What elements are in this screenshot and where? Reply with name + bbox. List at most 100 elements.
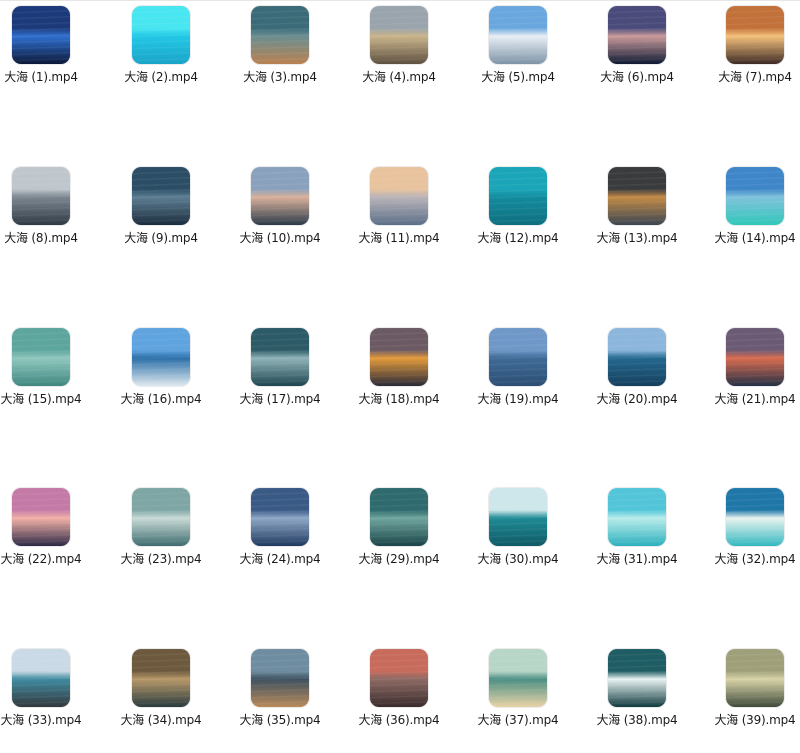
file-item[interactable]: 大海 (12).mp4 [468,161,568,271]
file-item[interactable]: 大海 (37).mp4 [468,643,568,753]
file-item[interactable]: 大海 (11).mp4 [349,161,449,271]
file-item[interactable]: 大海 (33).mp4 [0,643,91,753]
video-thumbnail-icon [608,488,666,546]
video-thumbnail-icon [370,328,428,386]
file-item[interactable]: 大海 (19).mp4 [468,322,568,432]
file-item[interactable]: 大海 (18).mp4 [349,322,449,432]
file-item[interactable]: 大海 (5).mp4 [468,0,568,110]
file-item[interactable]: 大海 (3).mp4 [230,0,330,110]
video-thumbnail-icon [12,328,70,386]
file-item[interactable]: 大海 (13).mp4 [587,161,687,271]
thumbnail-wave-streak [12,167,70,225]
file-item[interactable]: 大海 (24).mp4 [230,482,330,592]
thumbnail-wave-streak [132,167,190,225]
file-item[interactable]: 大海 (35).mp4 [230,643,330,753]
thumbnail-wave-streak [12,6,70,64]
file-item[interactable]: 大海 (34).mp4 [111,643,211,753]
file-name-label: 大海 (12).mp4 [477,231,559,245]
video-thumbnail-icon [726,488,784,546]
video-thumbnail-icon [489,328,547,386]
file-name-label: 大海 (14).mp4 [714,231,796,245]
file-item[interactable]: 大海 (39).mp4 [705,643,800,753]
file-name-label: 大海 (36).mp4 [358,713,440,727]
thumbnail-wave-streak [489,488,547,546]
file-name-label: 大海 (5).mp4 [481,70,555,84]
video-thumbnail-icon [608,328,666,386]
file-item[interactable]: 大海 (9).mp4 [111,161,211,271]
file-item[interactable]: 大海 (7).mp4 [705,0,800,110]
file-item[interactable]: 大海 (15).mp4 [0,322,91,432]
thumbnail-wave-streak [251,649,309,707]
file-item[interactable]: 大海 (8).mp4 [0,161,91,271]
video-thumbnail-icon [489,6,547,64]
file-name-label: 大海 (7).mp4 [718,70,792,84]
file-item[interactable]: 大海 (16).mp4 [111,322,211,432]
thumbnail-wave-streak [726,328,784,386]
thumbnail-wave-streak [132,6,190,64]
file-item[interactable]: 大海 (38).mp4 [587,643,687,753]
file-item[interactable]: 大海 (14).mp4 [705,161,800,271]
file-name-label: 大海 (29).mp4 [358,552,440,566]
thumbnail-wave-streak [12,488,70,546]
file-name-label: 大海 (34).mp4 [120,713,202,727]
file-name-label: 大海 (16).mp4 [120,392,202,406]
video-thumbnail-icon [251,649,309,707]
file-item[interactable]: 大海 (32).mp4 [705,482,800,592]
thumbnail-wave-streak [608,328,666,386]
file-name-label: 大海 (6).mp4 [600,70,674,84]
thumbnail-wave-streak [608,649,666,707]
file-name-label: 大海 (32).mp4 [714,552,796,566]
file-item[interactable]: 大海 (23).mp4 [111,482,211,592]
thumbnail-wave-streak [132,488,190,546]
file-name-label: 大海 (1).mp4 [4,70,78,84]
file-item[interactable]: 大海 (1).mp4 [0,0,91,110]
file-item[interactable]: 大海 (21).mp4 [705,322,800,432]
video-thumbnail-icon [132,649,190,707]
video-thumbnail-icon [370,488,428,546]
thumbnail-wave-streak [370,328,428,386]
file-name-label: 大海 (11).mp4 [358,231,440,245]
file-name-label: 大海 (31).mp4 [596,552,678,566]
file-item[interactable]: 大海 (4).mp4 [349,0,449,110]
file-item[interactable]: 大海 (29).mp4 [349,482,449,592]
file-item[interactable]: 大海 (30).mp4 [468,482,568,592]
file-name-label: 大海 (38).mp4 [596,713,678,727]
video-thumbnail-icon [251,488,309,546]
thumbnail-wave-streak [726,649,784,707]
file-item[interactable]: 大海 (6).mp4 [587,0,687,110]
file-item[interactable]: 大海 (2).mp4 [111,0,211,110]
video-thumbnail-icon [12,167,70,225]
file-item[interactable]: 大海 (10).mp4 [230,161,330,271]
video-thumbnail-icon [12,488,70,546]
thumbnail-wave-streak [12,649,70,707]
file-item[interactable]: 大海 (20).mp4 [587,322,687,432]
file-item[interactable]: 大海 (22).mp4 [0,482,91,592]
thumbnail-wave-streak [251,328,309,386]
video-thumbnail-icon [726,328,784,386]
video-thumbnail-icon [726,167,784,225]
video-thumbnail-icon [726,6,784,64]
file-name-label: 大海 (21).mp4 [714,392,796,406]
thumbnail-wave-streak [251,488,309,546]
file-name-label: 大海 (13).mp4 [596,231,678,245]
file-name-label: 大海 (39).mp4 [714,713,796,727]
thumbnail-wave-streak [608,488,666,546]
file-name-label: 大海 (33).mp4 [0,713,82,727]
file-name-label: 大海 (2).mp4 [124,70,198,84]
file-name-label: 大海 (22).mp4 [0,552,82,566]
video-thumbnail-icon [370,649,428,707]
file-name-label: 大海 (15).mp4 [0,392,82,406]
thumbnail-wave-streak [489,167,547,225]
file-name-label: 大海 (18).mp4 [358,392,440,406]
file-name-label: 大海 (3).mp4 [243,70,317,84]
video-thumbnail-icon [370,6,428,64]
file-name-label: 大海 (8).mp4 [4,231,78,245]
file-item[interactable]: 大海 (17).mp4 [230,322,330,432]
file-grid: 大海 (1).mp4 大海 (2).mp4 大海 (3).mp4 大海 (4).mp4… [0,0,800,739]
video-thumbnail-icon [608,6,666,64]
file-item[interactable]: 大海 (36).mp4 [349,643,449,753]
file-item[interactable]: 大海 (31).mp4 [587,482,687,592]
thumbnail-wave-streak [370,167,428,225]
thumbnail-wave-streak [12,328,70,386]
video-thumbnail-icon [608,649,666,707]
